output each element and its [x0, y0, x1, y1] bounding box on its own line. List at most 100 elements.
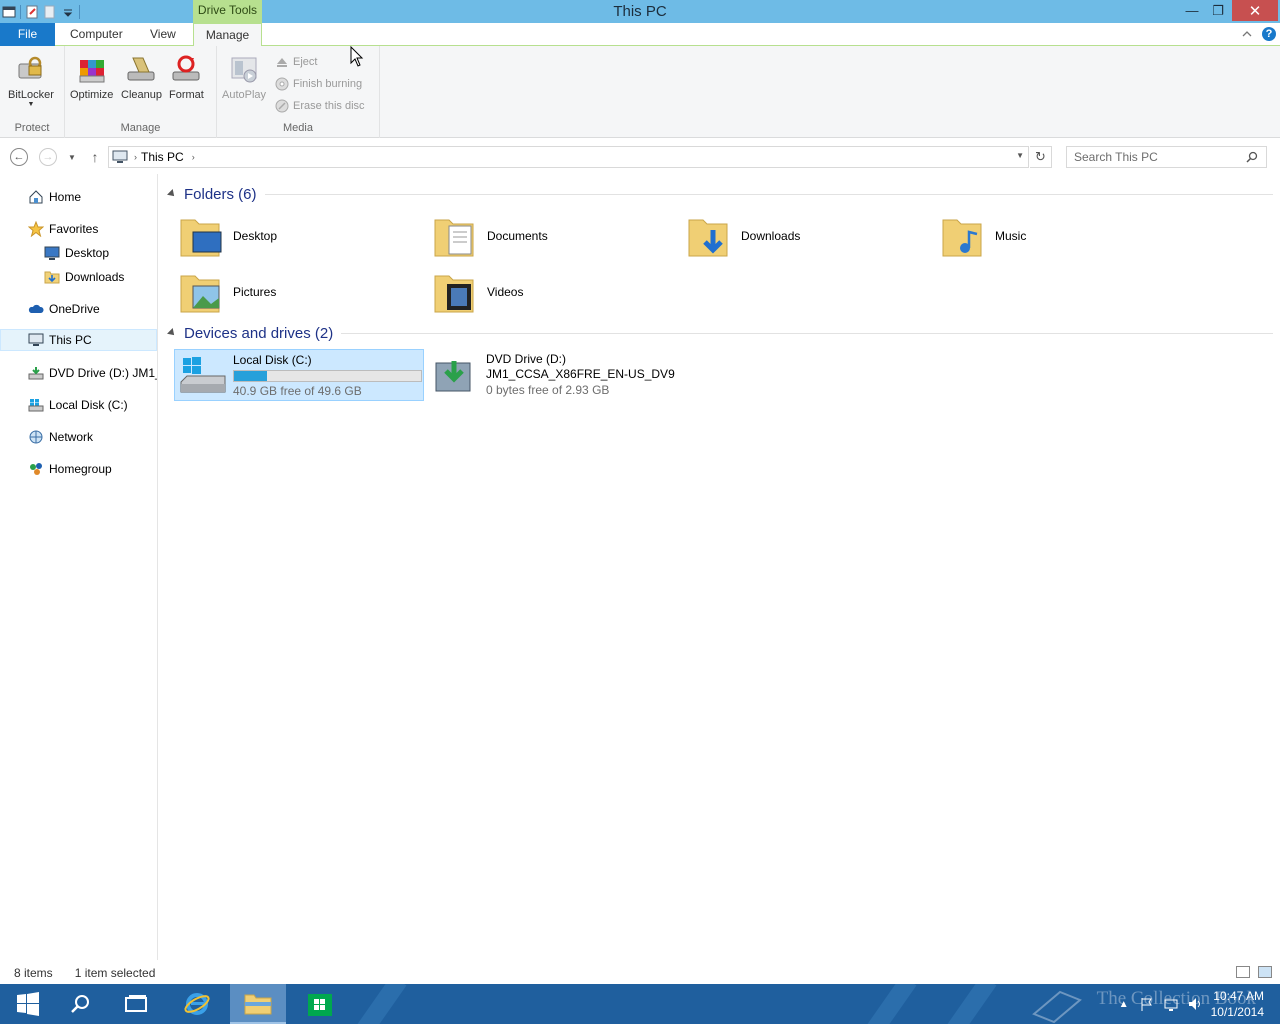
mouse-cursor-icon	[350, 46, 364, 67]
breadcrumb-chevron-icon[interactable]: ›	[134, 152, 137, 162]
network-tray-icon[interactable]	[1163, 996, 1179, 1012]
folder-tile-desktop[interactable]: Desktop	[175, 210, 425, 262]
nav-item-desktop[interactable]: Desktop	[0, 242, 157, 264]
folder-tile-music[interactable]: Music	[937, 210, 1187, 262]
recent-locations-button[interactable]: ▼	[63, 148, 81, 166]
forward-button[interactable]: →	[39, 148, 57, 166]
nav-item-homegroup[interactable]: Homegroup	[0, 458, 157, 480]
store-button[interactable]	[292, 984, 348, 1024]
toolbar-divider	[20, 4, 21, 19]
content-pane: Folders (6) Desktop Documents Downloads …	[160, 174, 1280, 960]
clock-date: 10/1/2014	[1210, 1005, 1264, 1019]
task-view-button[interactable]	[108, 984, 164, 1024]
selection-count: 1 item selected	[74, 966, 156, 980]
finish-burning-button[interactable]: Finish burning	[275, 75, 362, 93]
drive-usage-bar	[233, 370, 422, 382]
wallpaper-stripe	[861, 984, 917, 1024]
customize-dropdown-icon[interactable]	[61, 5, 75, 19]
homegroup-icon	[30, 463, 42, 475]
internet-explorer-icon	[184, 993, 210, 1015]
back-button[interactable]: ←	[10, 148, 28, 166]
drive-name: DVD Drive (D:)	[486, 352, 566, 366]
drive-tools-context-label: Drive Tools	[193, 0, 262, 23]
nav-item-this-pc[interactable]: This PC	[0, 329, 157, 351]
tab-file[interactable]: File	[0, 23, 55, 46]
drive-tile-dvd[interactable]: DVD Drive (D:) JM1_CCSA_X86FRE_EN-US_DV9…	[428, 349, 678, 401]
maximize-button[interactable]: ❐	[1204, 0, 1232, 21]
drive-usage-fill	[234, 371, 267, 381]
item-count: 8 items	[14, 966, 53, 980]
nav-item-label: Network	[49, 430, 94, 444]
drive-tile-local-disk[interactable]: Local Disk (C:) 40.9 GB free of 49.6 GB	[174, 349, 424, 401]
new-folder-icon[interactable]	[43, 5, 57, 19]
minimize-button[interactable]: —	[1178, 0, 1206, 21]
bitlocker-label: BitLocker	[8, 89, 54, 101]
refresh-button[interactable]: ↻	[1030, 146, 1052, 168]
up-button[interactable]: ↑	[86, 148, 104, 166]
watermark-book-icon	[1032, 990, 1082, 1024]
collapse-triangle-icon[interactable]	[167, 189, 177, 199]
folders-group-header[interactable]: Folders (6)	[167, 184, 1273, 204]
bitlocker-button[interactable]: BitLocker ▼	[8, 54, 54, 109]
file-explorer-taskbar-button[interactable]	[230, 984, 286, 1024]
desktop-folder-icon	[180, 219, 222, 257]
folder-tile-documents[interactable]: Documents	[429, 210, 679, 262]
folder-tile-pictures[interactable]: Pictures	[175, 266, 425, 318]
local-disk-icon	[28, 399, 44, 412]
breadcrumb-this-pc[interactable]: This PC	[141, 150, 184, 164]
explorer-window-icon[interactable]	[2, 5, 16, 19]
folder-tile-downloads[interactable]: Downloads	[683, 210, 933, 262]
optimize-button[interactable]: Optimize	[70, 54, 113, 101]
nav-item-downloads[interactable]: Downloads	[0, 266, 157, 288]
bitlocker-icon	[18, 56, 42, 79]
volume-icon[interactable]	[1187, 996, 1203, 1012]
autoplay-button[interactable]: AutoPlay	[222, 54, 266, 101]
search-icon[interactable]	[1246, 151, 1258, 163]
ribbon-group-label: Media	[283, 122, 313, 134]
properties-icon[interactable]	[25, 5, 39, 19]
system-tray: ▲ 10:47 AM 10/1/2014	[1119, 984, 1280, 1024]
collapse-triangle-icon[interactable]	[167, 328, 177, 338]
tab-manage[interactable]: Manage	[193, 23, 262, 47]
address-field[interactable]: › This PC › ▼	[108, 146, 1029, 168]
close-button[interactable]: ✕	[1232, 0, 1278, 21]
nav-item-home[interactable]: Home	[0, 186, 157, 208]
address-dropdown-icon[interactable]: ▼	[1016, 151, 1024, 160]
navigation-pane: Home Favorites Desktop Downloads OneDriv…	[0, 174, 158, 960]
up-arrow-icon: ↑	[91, 149, 99, 165]
nav-item-local-disk[interactable]: Local Disk (C:)	[0, 394, 157, 416]
eject-label: Eject	[293, 56, 318, 68]
finish-burning-label: Finish burning	[293, 78, 363, 90]
folder-tile-videos[interactable]: Videos	[429, 266, 679, 318]
internet-explorer-button[interactable]	[169, 984, 225, 1024]
large-icons-view-icon[interactable]	[1258, 966, 1272, 978]
windows-logo-icon	[17, 992, 39, 1016]
nav-item-network[interactable]: Network	[0, 426, 157, 448]
start-button[interactable]	[0, 984, 56, 1024]
nav-item-onedrive[interactable]: OneDrive	[0, 298, 157, 320]
refresh-icon: ↻	[1035, 149, 1046, 164]
action-center-flag-icon[interactable]	[1139, 996, 1155, 1012]
file-explorer-icon	[244, 994, 272, 1015]
collapse-ribbon-icon[interactable]	[1242, 29, 1252, 39]
help-icon[interactable]: ?	[1262, 27, 1276, 41]
ribbon-help-area: ?	[1242, 27, 1276, 41]
erase-disc-button[interactable]: Erase this disc	[275, 97, 365, 115]
nav-item-dvd-drive[interactable]: DVD Drive (D:) JM1_CCSA_X86FRE_EN-US_DV9	[0, 362, 157, 384]
eject-button[interactable]: Eject	[275, 53, 317, 71]
taskbar-clock[interactable]: 10:47 AM 10/1/2014	[1211, 988, 1264, 1020]
tab-computer[interactable]: Computer	[60, 23, 133, 46]
breadcrumb-chevron-icon[interactable]: ›	[192, 152, 195, 162]
drives-group-header[interactable]: Devices and drives (2)	[167, 323, 1273, 343]
show-hidden-icons-icon[interactable]: ▲	[1119, 999, 1129, 1010]
details-view-icon[interactable]	[1236, 966, 1250, 978]
format-button[interactable]: Format	[169, 54, 204, 101]
nav-item-favorites[interactable]: Favorites	[0, 218, 157, 240]
tab-view[interactable]: View	[140, 23, 186, 46]
cleanup-button[interactable]: Cleanup	[121, 54, 162, 101]
group-title: Devices and drives (2)	[184, 324, 334, 342]
task-view-icon	[125, 995, 147, 1012]
search-taskbar-button[interactable]	[52, 984, 108, 1024]
search-input[interactable]	[1074, 150, 1244, 164]
nav-item-label: Homegroup	[49, 462, 112, 476]
